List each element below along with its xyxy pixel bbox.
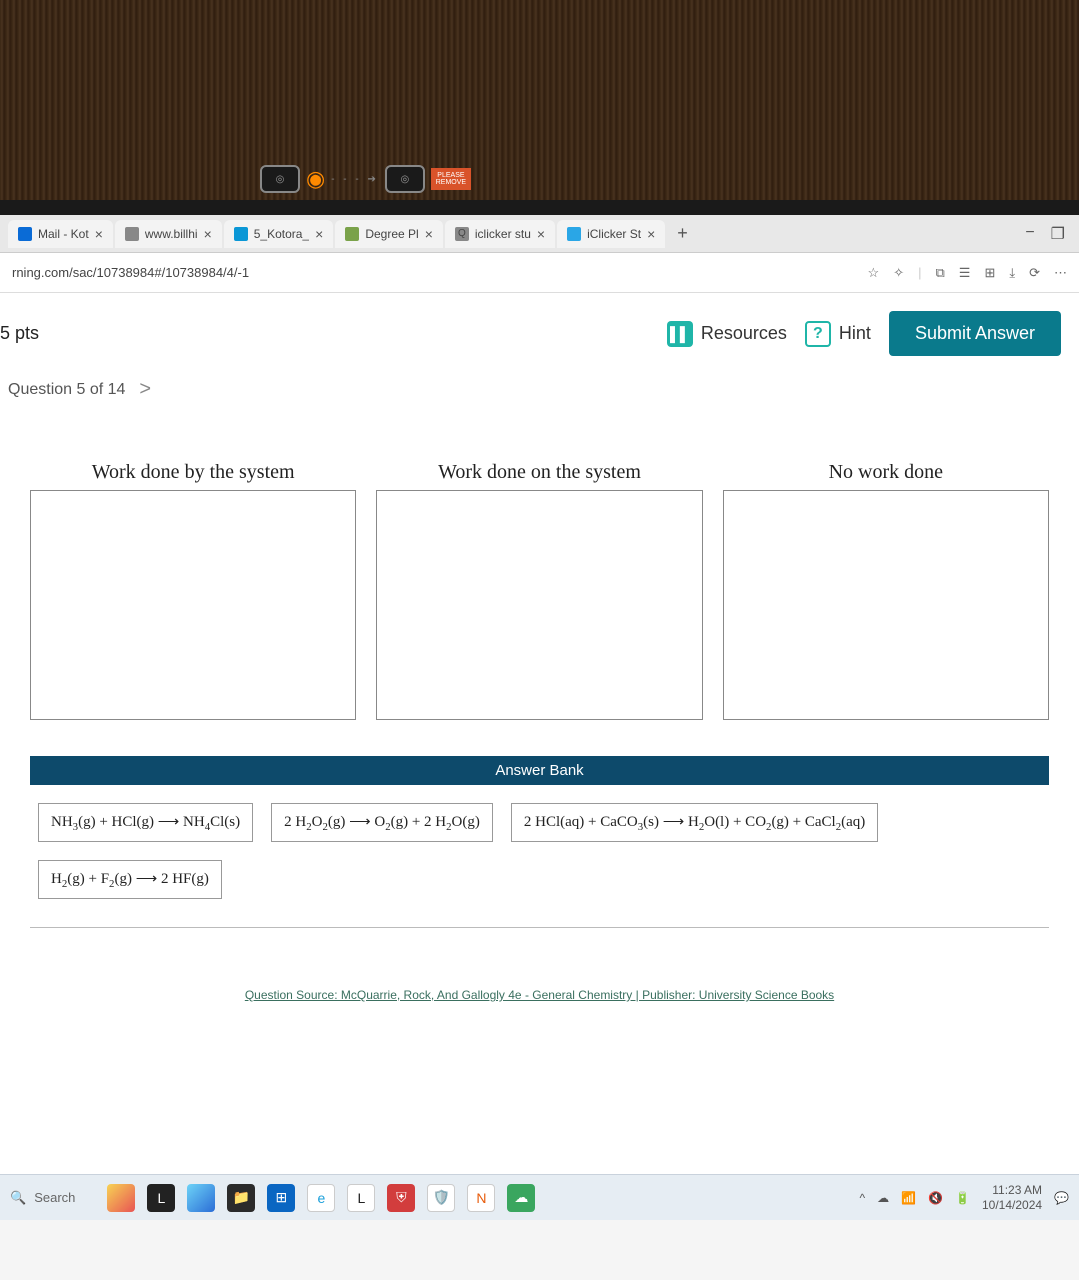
drop-zones: Work done by the system Work done on the…: [30, 461, 1049, 720]
split-icon[interactable]: ⧉: [935, 265, 944, 281]
new-tab-button[interactable]: +: [667, 223, 698, 244]
answer-bank-header: Answer Bank: [30, 756, 1049, 785]
chevron-up-icon[interactable]: ^: [859, 1191, 865, 1205]
resources-button[interactable]: ▌▌ Resources: [667, 321, 787, 347]
taskbar-search[interactable]: 🔍 Search: [10, 1190, 75, 1206]
app-icon[interactable]: ☁: [507, 1184, 535, 1212]
answer-bank: NH3(g) + HCl(g) ⟶ NH4Cl(s) 2 H2O2(g) ⟶ O…: [30, 785, 1049, 928]
url-text[interactable]: rning.com/sac/10738984#/10738984/4/-1: [12, 265, 249, 280]
browser-tab[interactable]: www.billhi ×: [115, 220, 222, 248]
search-icon: 🔍: [10, 1190, 26, 1206]
store-icon[interactable]: ⊞: [267, 1184, 295, 1212]
browser-tab-strip: Mail - Kot × www.billhi × 5_Kotora_ × De…: [0, 215, 1079, 253]
app-icon[interactable]: N: [467, 1184, 495, 1212]
reaction-chip[interactable]: H2(g) + F2(g) ⟶ 2 HF(g): [38, 860, 222, 899]
drop-box-no-work[interactable]: [723, 490, 1049, 720]
battery-icon[interactable]: 🔋: [955, 1191, 970, 1205]
address-bar: rning.com/sac/10738984#/10738984/4/-1 ☆ …: [0, 253, 1079, 293]
tab-label: iClicker St: [587, 227, 641, 241]
drop-box-by-system[interactable]: [30, 490, 356, 720]
drop-title-by-system: Work done by the system: [92, 461, 295, 484]
edge-icon[interactable]: e: [307, 1184, 335, 1212]
question-source-link[interactable]: Question Source: McQuarrie, Rock, And Ga…: [30, 988, 1049, 1006]
app-icon[interactable]: L: [147, 1184, 175, 1212]
cloud-icon[interactable]: ☁: [877, 1191, 889, 1205]
close-icon[interactable]: ×: [537, 226, 545, 242]
remove-label: PLEASE REMOVE: [431, 168, 471, 190]
close-icon[interactable]: ×: [425, 226, 433, 242]
tab-label: Degree Pl: [365, 227, 418, 241]
extension-icon[interactable]: ✧: [893, 265, 904, 281]
drop-title-no-work: No work done: [829, 461, 943, 484]
collections-icon[interactable]: ⊞: [984, 265, 995, 281]
more-icon[interactable]: ⋯: [1054, 265, 1067, 281]
search-label: Search: [34, 1190, 75, 1205]
tab-label: iclicker stu: [475, 227, 531, 241]
app-icon[interactable]: 🛡️: [427, 1184, 455, 1212]
shield-icon[interactable]: ⛨: [387, 1184, 415, 1212]
reaction-chip[interactable]: NH3(g) + HCl(g) ⟶ NH4Cl(s): [38, 803, 253, 842]
browser-tab[interactable]: Mail - Kot ×: [8, 220, 113, 248]
browser-tab[interactable]: iClicker St ×: [557, 220, 665, 248]
screen-frame: Mail - Kot × www.billhi × 5_Kotora_ × De…: [0, 200, 1079, 1220]
reading-list-icon[interactable]: ☰: [959, 265, 971, 281]
hint-button[interactable]: ? Hint: [805, 321, 871, 347]
app-icon[interactable]: L: [347, 1184, 375, 1212]
drop-title-on-system: Work done on the system: [438, 461, 641, 484]
camera-overlay: ◎ ◉ - - - ➔ ◎ PLEASE REMOVE: [260, 165, 471, 193]
restore-icon[interactable]: ❐: [1051, 224, 1065, 244]
copilot-icon[interactable]: [107, 1184, 135, 1212]
reaction-chip[interactable]: 2 HCl(aq) + CaCO3(s) ⟶ H2O(l) + CO2(g) +…: [511, 803, 878, 842]
windows-taskbar: 🔍 Search L 📁 ⊞ e L ⛨ 🛡️ N ☁ ^ ☁ 📶 🔇 🔋 11…: [0, 1174, 1079, 1220]
tab-label: Mail - Kot: [38, 227, 89, 241]
wifi-icon[interactable]: 📶: [901, 1191, 916, 1205]
notification-icon[interactable]: 💬: [1054, 1191, 1069, 1205]
resources-icon: ▌▌: [667, 321, 693, 347]
browser-tab[interactable]: Q iclicker stu ×: [445, 220, 555, 248]
downloads-icon[interactable]: ⤓: [1009, 265, 1015, 281]
browser-tab[interactable]: 5_Kotora_ ×: [224, 220, 334, 248]
question-number-label: Question 5 of 14: [8, 381, 125, 399]
taskbar-apps: L 📁 ⊞ e L ⛨ 🛡️ N ☁: [107, 1184, 535, 1212]
resources-label: Resources: [701, 323, 787, 344]
tab-label: www.billhi: [145, 227, 198, 241]
date-label: 10/14/2024: [982, 1198, 1042, 1212]
time-label: 11:23 AM: [982, 1183, 1042, 1197]
file-explorer-icon[interactable]: 📁: [227, 1184, 255, 1212]
chevron-right-icon[interactable]: >: [139, 378, 151, 401]
close-icon[interactable]: ×: [647, 226, 655, 242]
camera-icon: ◎: [260, 165, 300, 193]
hint-icon: ?: [805, 321, 831, 347]
question-body: Work done by the system Work done on the…: [0, 421, 1079, 1006]
camera-icon: ◎: [385, 165, 425, 193]
clock[interactable]: 11:23 AM 10/14/2024: [982, 1183, 1042, 1212]
browser-tab[interactable]: Degree Pl ×: [335, 220, 443, 248]
tab-label: 5_Kotora_: [254, 227, 309, 241]
star-icon[interactable]: ☆: [868, 265, 880, 281]
close-icon[interactable]: ×: [95, 226, 103, 242]
sync-icon[interactable]: ⟳: [1029, 265, 1040, 281]
volume-icon[interactable]: 🔇: [928, 1191, 943, 1205]
system-tray: ^ ☁ 📶 🔇 🔋 11:23 AM 10/14/2024 💬: [859, 1183, 1069, 1212]
app-icon[interactable]: [187, 1184, 215, 1212]
drop-box-on-system[interactable]: [376, 490, 702, 720]
submit-answer-button[interactable]: Submit Answer: [889, 311, 1061, 356]
desk-background: [0, 0, 1079, 215]
question-toolbar: 5 pts ▌▌ Resources ? Hint Submit Answer: [0, 293, 1079, 366]
question-nav: Question 5 of 14 >: [0, 366, 1079, 421]
minimize-icon[interactable]: −: [1025, 224, 1034, 244]
points-label: 5 pts: [0, 323, 39, 344]
reaction-chip[interactable]: 2 H2O2(g) ⟶ O2(g) + 2 H2O(g): [271, 803, 493, 842]
hint-label: Hint: [839, 323, 871, 344]
close-icon[interactable]: ×: [315, 226, 323, 242]
close-icon[interactable]: ×: [204, 226, 212, 242]
